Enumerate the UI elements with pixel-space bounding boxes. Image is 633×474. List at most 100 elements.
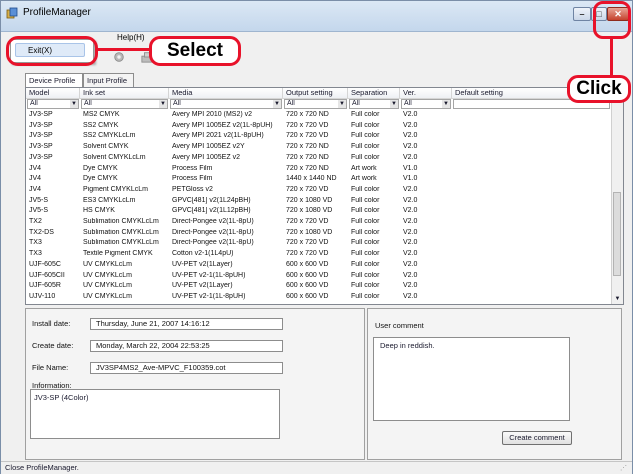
table-cell: JV3-SP	[29, 143, 53, 151]
table-cell: Art work	[351, 175, 377, 183]
table-cell: V2.0	[403, 196, 418, 204]
column-version[interactable]: Ver.	[400, 88, 452, 98]
table-row[interactable]: UJF-605R UV CMYKLcLm UV-PET v2(1Layer) 600 …	[26, 282, 611, 291]
table-row[interactable]: UJF-605C UV CMYKLcLm UV-PET v2(1Layer) 600 …	[26, 261, 611, 270]
table-cell: 720 x 720 VD	[286, 132, 329, 140]
filter-version[interactable]: All ▼	[401, 99, 451, 109]
table-cell: Cotton v2-1(1L4pU)	[172, 250, 234, 258]
column-separation[interactable]: Separation	[348, 88, 400, 98]
table-row[interactable]: JV3-SP Solvent CMYK Avery MPI 1005EZ v2Y 72…	[26, 143, 611, 152]
table-cell: 600 x 600 VD	[286, 260, 329, 268]
table-cell: Full color	[351, 260, 380, 268]
table-cell: Pigment CMYKLcLm	[83, 185, 148, 193]
table-row[interactable]: TX2 Sublimation CMYKLcLm Direct-Pongee v2(…	[26, 218, 611, 227]
column-model[interactable]: Model	[26, 88, 80, 98]
table-cell: Textile Pigment CMYK	[83, 250, 153, 258]
table-cell: Dye CMYK	[83, 175, 118, 183]
table-cell: 720 x 720 ND	[286, 153, 329, 161]
table-cell: V2.0	[403, 271, 418, 279]
table-row[interactable]: JV4 Pigment CMYKLcLm PETGloss v2 720 x 720 …	[26, 186, 611, 195]
column-output-setting[interactable]: Output setting	[283, 88, 348, 98]
table-cell: Full color	[351, 143, 380, 151]
scroll-down-icon[interactable]: ▼	[612, 294, 623, 304]
table-cell: JV4	[29, 185, 42, 193]
table-scrollbar[interactable]: ▲ ▼	[611, 88, 623, 304]
filter-value: All	[30, 100, 38, 107]
install-date-label: Install date:	[32, 319, 71, 328]
information-box: JV3-SP (4Color)	[30, 389, 280, 439]
table-cell: UV-PET v2-1(1L-8pUH)	[172, 292, 246, 300]
table-cell: 720 x 1080 VD	[286, 196, 333, 204]
table-cell: Solvent CMYK	[83, 143, 129, 151]
table-header: Model Ink set Media Output setting Separ…	[26, 88, 611, 99]
table-row[interactable]: JV5-S HS CMYK GPVC[481] v2(1L12pBH) 720 x 1…	[26, 207, 611, 216]
resize-grip-icon[interactable]: ⋰	[620, 464, 628, 472]
filter-value: All	[404, 100, 412, 107]
chevron-down-icon: ▼	[390, 100, 398, 108]
column-ink-set[interactable]: Ink set	[80, 88, 169, 98]
table-cell: Full color	[351, 250, 380, 258]
table-cell: Full color	[351, 292, 380, 300]
table-row[interactable]: JV3-SP Solvent CMYKLcLm Avery MPI 1005EZ v…	[26, 154, 611, 163]
minimize-button[interactable]: –	[573, 7, 591, 21]
table-cell: UV-PET v2(1Layer)	[172, 282, 233, 290]
table-row[interactable]: TX3 Sublimation CMYKLcLm Direct-Pongee v2(…	[26, 239, 611, 248]
chevron-down-icon: ▼	[442, 100, 450, 108]
table-row[interactable]: JV3-SP SS2 CMYK Avery MPI 1005EZ v2(1L-8pU…	[26, 122, 611, 131]
table-cell: Full color	[351, 218, 380, 225]
table-cell: Direct-Pongee v2(1L-8pU)	[172, 239, 254, 247]
filter-separation[interactable]: All ▼	[349, 99, 399, 109]
tab-device-profile[interactable]: Device Profile	[25, 73, 83, 88]
table-cell: Full color	[351, 111, 380, 118]
table-cell: V2.0	[403, 143, 418, 151]
table-row[interactable]: UJF-605CII UV CMYKLcLm UV-PET v2-1(1L-8pUH…	[26, 272, 611, 281]
table-cell: 720 x 720 VD	[286, 218, 329, 225]
table-row[interactable]: JV4 Dye CMYK Process Film 720 x 720 ND Art w…	[26, 165, 611, 174]
column-media[interactable]: Media	[169, 88, 283, 98]
table-cell: Full color	[351, 153, 380, 161]
table-cell: V1.0	[403, 164, 418, 172]
table-cell: Full color	[351, 207, 380, 215]
table-cell: 720 x 720 VD	[286, 239, 329, 247]
table-row[interactable]: TX2-DS Sublimation CMYKLcLm Direct-Pongee …	[26, 229, 611, 238]
filter-output-setting[interactable]: All ▼	[284, 99, 347, 109]
table-cell: UV-PET v2(1Layer)	[172, 260, 233, 268]
table-cell: TX2-DS	[29, 228, 54, 236]
tab-input-profile[interactable]: Input Profile	[83, 73, 134, 87]
table-cell: SS2 CMYK	[83, 121, 119, 129]
table-cell: V2.0	[403, 250, 418, 258]
toolbar-settings-icon[interactable]	[111, 51, 127, 63]
filter-value: All	[287, 100, 295, 107]
table-row[interactable]: JV4 Dye CMYK Process Film 1440 x 1440 ND Art…	[26, 175, 611, 184]
filter-media[interactable]: All ▼	[170, 99, 282, 109]
filter-value: All	[173, 100, 181, 107]
title-bar: ProfileManager – □ ✕	[1, 1, 632, 32]
table-row[interactable]: TX3 Textile Pigment CMYK Cotton v2-1(1L4pU…	[26, 250, 611, 259]
table-cell: Process Film	[172, 164, 213, 172]
user-comment-box[interactable]: Deep in reddish.	[373, 337, 570, 421]
table-cell: JV3-SP	[29, 111, 53, 118]
table-cell: UJF-605C	[29, 260, 61, 268]
table-cell: Full color	[351, 239, 380, 247]
table-cell: JV4	[29, 164, 42, 172]
table-row[interactable]: UJV-110 UV CMYKLcLm UV-PET v2-1(1L-8pUH) 60…	[26, 293, 611, 302]
create-comment-button[interactable]: Create comment	[502, 431, 572, 445]
filter-ink-set[interactable]: All ▼	[81, 99, 168, 109]
status-bar: Close ProfileManager. ⋰	[1, 461, 632, 474]
filter-model[interactable]: All ▼	[27, 99, 79, 109]
table-cell: 720 x 720 VD	[286, 121, 329, 129]
table-cell: GPVC[481] v2(1L24pBH)	[172, 196, 251, 204]
table-row[interactable]: JV3-SP MS2 CMYK Avery MPI 2010 (MS2) v2 720…	[26, 111, 611, 120]
table-cell: JV5-S	[29, 196, 49, 204]
menu-help[interactable]: Help(H)	[117, 33, 145, 42]
table-cell: HS CMYK	[83, 207, 115, 215]
table-cell: V2.0	[403, 260, 418, 268]
table-cell: JV3-SP	[29, 153, 53, 161]
table-row[interactable]: JV3-SP SS2 CMYKLcLm Avery MPI 2021 v2(1L-8…	[26, 132, 611, 141]
table-cell: 720 x 720 VD	[286, 185, 329, 193]
table-row[interactable]: JV5-S ES3 CMYKLcLm GPVC[481] v2(1L24pBH) 72…	[26, 197, 611, 206]
scroll-thumb[interactable]	[613, 192, 621, 276]
select-callout: Select	[149, 36, 241, 66]
table-cell: V2.0	[403, 282, 418, 290]
table-cell: 600 x 600 VD	[286, 271, 329, 279]
